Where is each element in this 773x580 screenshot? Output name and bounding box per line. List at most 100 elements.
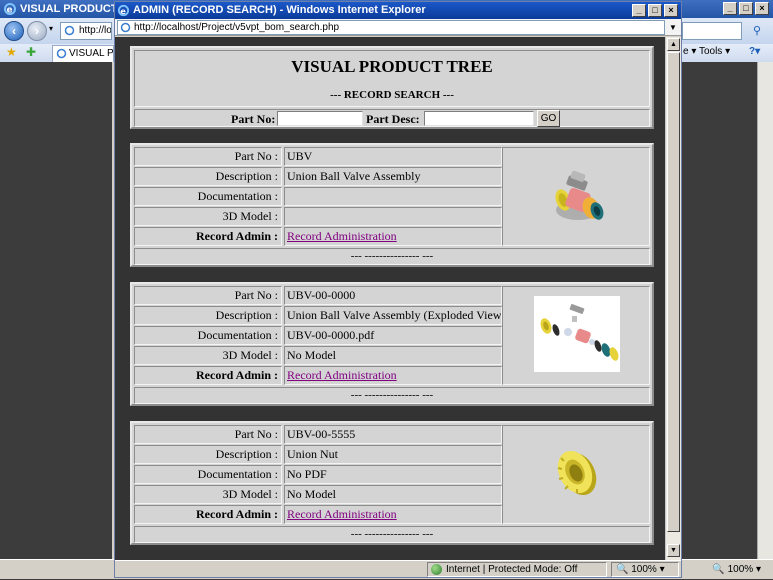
part-image-cell (502, 286, 650, 385)
scroll-down-icon[interactable]: ▼ (667, 544, 680, 557)
url-text: http://localhost/Project/v5vpt_bom_searc… (134, 22, 340, 33)
ie-logo-icon: e (117, 4, 130, 17)
page-subtitle: --- RECORD SEARCH --- (330, 89, 454, 101)
record-card: Part No : UBV-00-5555 Description : Unio… (130, 421, 654, 545)
tools-menu-label: e ▾ Tools ▾ (683, 46, 731, 57)
record-admin-label: Record Admin : (134, 366, 282, 385)
documentation-value (284, 187, 502, 206)
help-icon[interactable]: ?▾ (749, 44, 760, 60)
go-button[interactable]: GO (537, 110, 560, 127)
description-label: Description : (134, 445, 282, 464)
maximize-icon[interactable]: □ (739, 2, 753, 15)
background-tab[interactable]: VISUAL PRO (52, 45, 114, 62)
search-icon[interactable]: ⚲ (744, 22, 770, 40)
svg-text:e: e (120, 6, 126, 16)
background-window-controls: _ □ × (723, 2, 769, 15)
minimize-icon[interactable]: _ (723, 2, 737, 15)
3d-model-value: No Model (284, 485, 502, 504)
documentation-label: Documentation : (134, 187, 282, 206)
ie-logo-icon: e (4, 3, 16, 16)
record-administration-link[interactable]: Record Administration (287, 229, 397, 243)
page-header: VISUAL PRODUCT TREE --- RECORD SEARCH --… (134, 50, 650, 107)
close-icon[interactable]: × (664, 4, 678, 17)
window-title: ADMIN (RECORD SEARCH) - Windows Internet… (133, 4, 426, 16)
record-admin-label: Record Admin : (134, 505, 282, 524)
address-bar: http://localhost/Project/v5vpt_bom_searc… (115, 19, 681, 36)
maximize-icon[interactable]: □ (648, 4, 662, 17)
part-desc-input[interactable] (424, 111, 534, 126)
window-controls: _ □ × (632, 4, 678, 17)
record-admin-cell: Record Administration (284, 366, 502, 385)
url-field[interactable]: http://localhost/Project/v5vpt_bom_searc… (117, 20, 665, 35)
close-icon[interactable]: × (755, 2, 769, 15)
documentation-value: No PDF (284, 465, 502, 484)
record-administration-link[interactable]: Record Administration (287, 507, 397, 521)
scroll-up-icon[interactable]: ▲ (667, 38, 680, 51)
background-url-field[interactable]: http://loc (60, 22, 112, 40)
back-icon[interactable]: ‹ (4, 21, 24, 41)
background-tab-label: VISUAL PRO (69, 48, 114, 59)
search-form: Part No: Part Desc: GO (134, 109, 650, 127)
ie-page-icon (56, 48, 67, 59)
history-dropdown-icon[interactable]: ▾ (49, 24, 53, 33)
description-value: Union Ball Valve Assembly (284, 167, 502, 186)
part-image-cell (502, 425, 650, 524)
page-content: VISUAL PRODUCT TREE --- RECORD SEARCH --… (115, 37, 665, 560)
description-label: Description : (134, 167, 282, 186)
part-no-value: UBV-00-5555 (284, 425, 502, 444)
background-search-field[interactable] (682, 22, 742, 40)
3d-model-label: 3D Model : (134, 346, 282, 365)
description-value: Union Nut (284, 445, 502, 464)
part-no-label: Part No: (231, 112, 276, 126)
record-card: Part No : UBV-00-0000 Description : Unio… (130, 282, 654, 406)
window-title-bar: e ADMIN (RECORD SEARCH) - Windows Intern… (115, 2, 681, 19)
part-image-cell (502, 147, 650, 246)
minimize-icon[interactable]: _ (632, 4, 646, 17)
security-zone-text: Internet | Protected Mode: Off (446, 564, 578, 575)
vertical-scrollbar[interactable]: ▲ ▼ (665, 37, 681, 560)
part-no-label: Part No : (134, 286, 282, 305)
documentation-label: Documentation : (134, 326, 282, 345)
description-value: Union Ball Valve Assembly (Exploded View… (284, 306, 502, 325)
svg-text:e: e (7, 6, 13, 16)
3d-model-value (284, 207, 502, 226)
status-bar: Internet | Protected Mode: Off 🔍 100% ▾ (115, 560, 681, 577)
record-footer: --- --------------- --- (134, 526, 650, 543)
ie-page-icon (120, 22, 131, 33)
part-no-input[interactable] (277, 111, 363, 126)
tools-menu[interactable]: e ▾ Tools ▾ ?▾ (681, 44, 773, 62)
part-no-label: Part No : (134, 147, 282, 166)
part-no-value: UBV-00-0000 (284, 286, 502, 305)
background-url-text: http://loc (79, 25, 112, 36)
favorites-star-icon[interactable]: ★ (6, 45, 17, 59)
documentation-label: Documentation : (134, 465, 282, 484)
description-label: Description : (134, 306, 282, 325)
record-footer: --- --------------- --- (134, 387, 650, 404)
background-scrollbar[interactable] (757, 62, 773, 559)
record-admin-label: Record Admin : (134, 227, 282, 246)
zoom-control[interactable]: 🔍 100% ▾ (611, 562, 679, 577)
3d-model-label: 3D Model : (134, 207, 282, 226)
zoom-value: 100% (631, 564, 657, 575)
part-no-value: UBV (284, 147, 502, 166)
exploded-valve-image[interactable] (534, 296, 620, 372)
forward-icon[interactable]: › (27, 21, 47, 41)
part-desc-label: Part Desc: (366, 112, 420, 126)
security-zone[interactable]: Internet | Protected Mode: Off (427, 562, 607, 577)
background-page-area (0, 62, 112, 559)
record-footer: --- --------------- --- (134, 248, 650, 265)
background-zoom[interactable]: 🔍 100% ▾ (712, 560, 761, 580)
record-admin-cell: Record Administration (284, 505, 502, 524)
3d-model-value: No Model (284, 346, 502, 365)
page-title: VISUAL PRODUCT TREE (291, 57, 493, 76)
ball-valve-image[interactable] (547, 166, 609, 228)
record-card: Part No : UBV Description : Union Ball V… (130, 143, 654, 267)
part-no-label: Part No : (134, 425, 282, 444)
url-dropdown-icon[interactable]: ▼ (667, 20, 679, 35)
browser-window: e ADMIN (RECORD SEARCH) - Windows Intern… (114, 1, 682, 578)
union-nut-image[interactable] (549, 444, 605, 500)
add-favorite-icon[interactable]: ✚ (26, 45, 36, 59)
documentation-value: UBV-00-0000.pdf (284, 326, 502, 345)
record-administration-link[interactable]: Record Administration (287, 368, 397, 382)
scroll-thumb[interactable] (667, 52, 680, 532)
